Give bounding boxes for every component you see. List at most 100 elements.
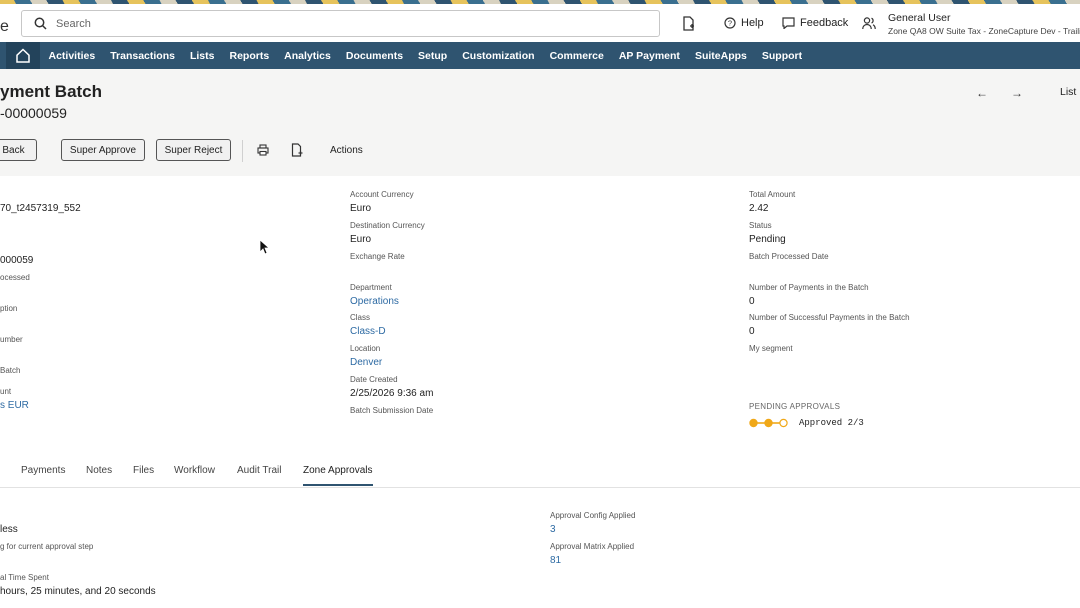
tab-files[interactable]: Files [133,465,154,476]
svg-text:?: ? [728,19,732,28]
nav-setup[interactable]: Setup [411,50,455,62]
account-currency-label: Account Currency [350,190,414,199]
subtabs: Payments Notes Files Workflow Audit Trai… [0,460,1080,488]
record-id: -00000059 [0,105,67,121]
record-body [0,176,1080,608]
nav-support[interactable]: Support [754,50,809,62]
user-name: General User [888,12,951,24]
approval-config-value[interactable]: 3 [550,524,556,535]
description-label: ption [0,304,18,313]
recent-records-icon[interactable] [682,16,695,31]
nav-ap-payment[interactable]: AP Payment [611,50,687,62]
zone-label-2: g for current approval step [0,542,94,551]
help-link[interactable]: ? Help [724,17,764,29]
home-icon [16,48,30,63]
tab-workflow[interactable]: Workflow [174,465,215,476]
tab-payments[interactable]: Payments [21,465,65,476]
zone-label-3: al Time Spent [0,573,49,582]
print-icon[interactable] [257,144,269,156]
user-role: Zone QA8 OW Suite Tax - ZoneCapture Dev … [888,26,1080,36]
date-created-label: Date Created [350,375,398,384]
back-button[interactable]: Back [0,139,37,161]
department-label: Department [350,283,392,292]
account-label: unt [0,387,12,396]
batch-submission-label: Batch Submission Date [350,406,434,415]
num-payments-label: Number of Payments in the Batch [749,283,869,292]
approval-steps-icon [749,418,788,428]
zone-value-3: hours, 25 minutes, and 20 seconds [0,586,156,597]
processed-label: ocessed [0,273,30,282]
nav-analytics[interactable]: Analytics [277,50,339,62]
previous-record-button[interactable]: ← [976,86,988,100]
approval-step-complete [749,418,758,428]
nav-documents[interactable]: Documents [338,50,410,62]
help-icon: ? [724,17,736,29]
toolbar-divider [242,140,243,162]
class-value[interactable]: Class-D [350,326,386,337]
super-reject-button[interactable]: Super Reject [156,139,231,161]
department-value[interactable]: Operations [350,296,399,307]
batch-name-value: 70_t2457319_552 [0,203,81,214]
new-document-icon[interactable] [291,143,303,157]
tab-zone-approvals[interactable]: Zone Approvals [303,465,373,486]
super-approve-button[interactable]: Super Approve [61,139,145,161]
approval-status-text: Approved 2/3 [799,418,864,428]
nav-activities[interactable]: Activities [41,50,103,62]
list-link[interactable]: List [1060,86,1076,98]
next-record-button[interactable]: → [1011,86,1023,100]
approval-progress: Approved 2/3 [749,418,864,428]
logo-fragment: e [0,18,9,35]
pending-approvals-label: PENDING APPROVALS [749,402,841,411]
page-title: yment Batch [0,82,103,101]
class-label: Class [350,313,371,322]
number-label: umber [0,335,23,344]
top-bar: e ? Help Feedback General User Zone QA8 … [0,4,1080,42]
mouse-cursor-icon [259,239,269,255]
account-value[interactable]: s EUR [0,400,29,411]
tab-notes[interactable]: Notes [86,465,112,476]
num-success-label: Number of Successful Payments in the Bat… [749,313,910,322]
feedback-link[interactable]: Feedback [782,17,848,29]
search-input[interactable] [56,17,616,30]
nav-commerce[interactable]: Commerce [542,50,611,62]
status-value: Pending [749,234,786,245]
global-search[interactable] [21,10,660,37]
destination-currency-label: Destination Currency [350,221,425,230]
zone-value-1: less [0,524,18,535]
approval-step-pending [779,418,788,428]
segment-label: My segment [749,344,793,353]
main-nav: Activities Transactions Lists Reports An… [0,42,1080,69]
home-button[interactable] [6,42,40,69]
feedback-icon [782,17,795,29]
feedback-label: Feedback [800,17,849,29]
batch-label: Batch [0,366,21,375]
approval-matrix-label: Approval Matrix Applied [550,542,635,551]
destination-currency-value: Euro [350,234,372,245]
location-value[interactable]: Denver [350,357,382,368]
batch-processed-label: Batch Processed Date [749,252,829,261]
user-menu[interactable]: General User Zone QA8 OW Suite Tax - Zon… [888,12,1080,36]
approval-matrix-value[interactable]: 81 [550,555,561,566]
nav-reports[interactable]: Reports [222,50,277,62]
num-success-value: 0 [749,326,755,337]
approval-config-label: Approval Config Applied [550,511,636,520]
approval-step-complete [764,418,773,428]
search-icon [34,17,47,30]
num-payments-value: 0 [749,296,755,307]
location-label: Location [350,344,381,353]
user-roles-icon[interactable] [862,16,876,30]
exchange-rate-label: Exchange Rate [350,252,405,261]
total-amount-label: Total Amount [749,190,796,199]
help-label: Help [741,17,764,29]
actions-menu[interactable]: Actions [330,145,363,156]
tab-audit-trail[interactable]: Audit Trail [237,465,281,476]
nav-lists[interactable]: Lists [182,50,222,62]
status-label: Status [749,221,772,230]
total-amount-value: 2.42 [749,203,769,214]
date-created-value: 2/25/2026 9:36 am [350,388,434,399]
nav-suiteapps[interactable]: SuiteApps [687,50,754,62]
account-currency-value: Euro [350,203,372,214]
nav-transactions[interactable]: Transactions [103,50,183,62]
batch-number-value: 000059 [0,255,34,266]
nav-customization[interactable]: Customization [455,50,542,62]
